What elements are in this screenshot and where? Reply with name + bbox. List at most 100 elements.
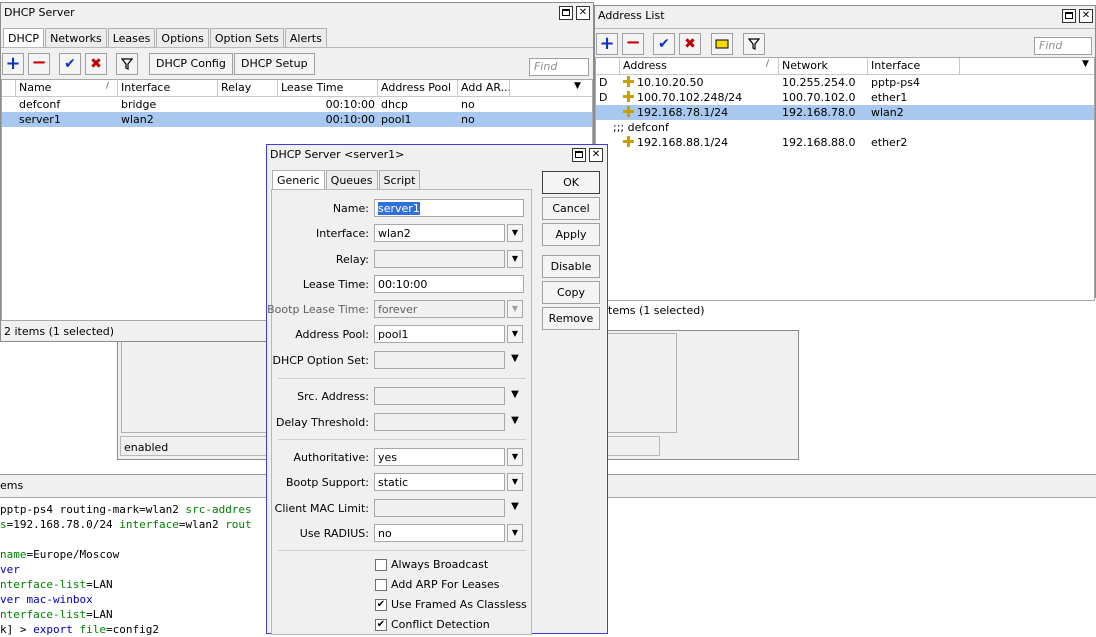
- cell-address: 192.168.78.1/24: [637, 106, 729, 119]
- delay-threshold-field[interactable]: [374, 413, 505, 431]
- column-interface[interactable]: Interface: [868, 58, 960, 74]
- use-framed-as-classless-checkbox[interactable]: ✔: [375, 599, 387, 611]
- client-mac-limit-field[interactable]: [374, 499, 505, 517]
- use-radius-select[interactable]: no: [374, 524, 505, 542]
- chevron-down-icon[interactable]: ▼: [507, 300, 523, 318]
- chevron-down-icon[interactable]: ▼: [507, 325, 523, 343]
- disable-icon[interactable]: ✖: [679, 33, 701, 55]
- tab-alerts[interactable]: Alerts: [284, 28, 327, 48]
- table-row[interactable]: D 100.70.102.248/24 100.70.102.0 ether1: [596, 90, 1094, 105]
- column-interface[interactable]: Interface: [118, 80, 218, 96]
- dialog-titlebar[interactable]: DHCP Server <server1>: [267, 145, 607, 165]
- enable-icon[interactable]: ✔: [653, 33, 675, 55]
- column-address[interactable]: Address: [620, 58, 779, 74]
- disable-icon[interactable]: ✖: [85, 53, 107, 75]
- dhcp-server-titlebar[interactable]: DHCP Server: [1, 3, 593, 23]
- ok-button[interactable]: OK: [542, 171, 600, 194]
- lease-time-field[interactable]: 00:10:00: [374, 275, 524, 293]
- terminal-token: =: [139, 503, 146, 516]
- apply-button[interactable]: Apply: [542, 223, 600, 246]
- maximize-icon[interactable]: [559, 6, 573, 20]
- table-row[interactable]: 192.168.88.1/24 192.168.88.0 ether2: [596, 135, 1094, 150]
- chevron-down-icon[interactable]: ▼: [507, 250, 523, 268]
- name-field[interactable]: server1: [374, 199, 524, 217]
- cell-address-pool: dhcp: [381, 98, 408, 111]
- filter-icon[interactable]: [743, 33, 765, 55]
- maximize-icon[interactable]: [1062, 9, 1076, 23]
- tab-option-sets[interactable]: Option Sets: [209, 28, 284, 48]
- remove-icon[interactable]: −: [28, 53, 50, 75]
- column-name[interactable]: Name: [16, 80, 118, 96]
- chevron-down-icon[interactable]: ▼: [507, 224, 523, 242]
- chevron-down-icon[interactable]: ▼: [507, 351, 523, 369]
- chevron-down-icon[interactable]: ▼: [507, 413, 523, 431]
- table-row[interactable]: D 10.10.20.50 10.255.254.0 pptp-ps4: [596, 75, 1094, 90]
- section-divider: [278, 378, 526, 379]
- cancel-button[interactable]: Cancel: [542, 197, 600, 220]
- find-input[interactable]: Find: [529, 58, 589, 76]
- bootp-support-select[interactable]: static: [374, 473, 505, 491]
- ip-address-icon: [623, 91, 634, 102]
- column-relay[interactable]: Relay: [218, 80, 278, 96]
- authoritative-select[interactable]: yes: [374, 448, 505, 466]
- maximize-icon[interactable]: [572, 148, 586, 162]
- close-icon[interactable]: [589, 148, 603, 162]
- table-row[interactable]: 192.168.78.1/24 192.168.78.0 wlan2: [596, 105, 1094, 120]
- address-pool-select[interactable]: pool1: [374, 325, 505, 343]
- add-icon[interactable]: +: [596, 33, 618, 55]
- src-address-field[interactable]: [374, 387, 505, 405]
- dhcp-option-set-select[interactable]: [374, 351, 505, 369]
- table-row[interactable]: defconf bridge 00:10:00 dhcp no: [2, 97, 592, 112]
- add-arp-for-leases-checkbox[interactable]: [375, 579, 387, 591]
- tab-dhcp[interactable]: DHCP: [3, 28, 45, 48]
- tab-generic[interactable]: Generic: [272, 170, 325, 190]
- chevron-down-icon[interactable]: ▼: [507, 387, 523, 405]
- chevron-down-icon[interactable]: ▼: [507, 524, 523, 542]
- add-icon[interactable]: +: [2, 53, 24, 75]
- always-broadcast-checkbox[interactable]: [375, 559, 387, 571]
- dhcp-config-button[interactable]: DHCP Config: [149, 53, 233, 75]
- column-lease-time[interactable]: Lease Time: [278, 80, 378, 96]
- label-lease-time: Lease Time:: [302, 278, 369, 291]
- sort-icon: /: [766, 59, 770, 69]
- enable-icon[interactable]: ✔: [59, 53, 81, 75]
- filter-icon[interactable]: [116, 53, 138, 75]
- table-row[interactable]: server1 wlan2 00:10:00 pool1 no: [2, 112, 592, 127]
- chevron-down-icon[interactable]: ▼: [507, 448, 523, 466]
- cell-interface: pptp-ps4: [871, 76, 920, 89]
- close-icon[interactable]: [1079, 9, 1093, 23]
- comment-icon[interactable]: [711, 33, 733, 55]
- column-menu-icon[interactable]: ▼: [574, 81, 581, 91]
- remove-button[interactable]: Remove: [542, 307, 600, 330]
- remove-icon[interactable]: −: [622, 33, 644, 55]
- tab-queues[interactable]: Queues: [325, 170, 378, 190]
- label-name: Name:: [332, 202, 369, 215]
- label-bootp-support: Bootp Support:: [286, 476, 369, 489]
- cell-flag: [596, 105, 620, 120]
- relay-field[interactable]: [374, 250, 505, 268]
- column-address-pool[interactable]: Address Pool: [378, 80, 458, 96]
- column-add-arp[interactable]: Add AR...: [458, 80, 510, 96]
- chevron-down-icon[interactable]: ▼: [507, 473, 523, 491]
- cell-network: 100.70.102.0: [782, 91, 856, 104]
- tab-options[interactable]: Options: [156, 28, 209, 48]
- find-input[interactable]: Find: [1034, 37, 1092, 55]
- tab-leases[interactable]: Leases: [107, 28, 156, 48]
- copy-button[interactable]: Copy: [542, 281, 600, 304]
- column-network[interactable]: Network: [779, 58, 868, 74]
- cell-address-pool: pool1: [381, 113, 412, 126]
- disable-button[interactable]: Disable: [542, 255, 600, 278]
- terminal-token: wlan2: [145, 503, 186, 516]
- bootp-lease-time-select[interactable]: forever: [374, 300, 505, 318]
- chevron-down-icon[interactable]: ▼: [507, 499, 523, 517]
- close-icon[interactable]: [576, 6, 590, 20]
- name-field-value: server1: [378, 202, 420, 215]
- dhcp-setup-button[interactable]: DHCP Setup: [234, 53, 315, 75]
- address-list-titlebar[interactable]: Address List: [595, 6, 1095, 26]
- tab-networks[interactable]: Networks: [45, 28, 107, 48]
- conflict-detection-checkbox[interactable]: ✔: [375, 619, 387, 631]
- interface-select[interactable]: wlan2: [374, 224, 505, 242]
- tab-script[interactable]: Script: [378, 170, 421, 190]
- column-menu-icon[interactable]: ▼: [1082, 59, 1089, 69]
- table-comment-row[interactable]: ;;; defconf: [596, 120, 1094, 135]
